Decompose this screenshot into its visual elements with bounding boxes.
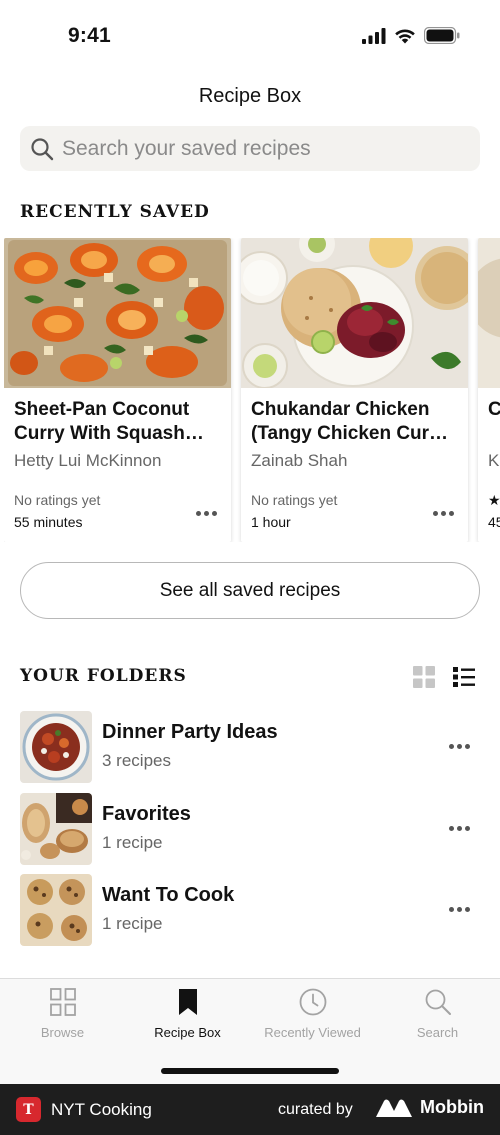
tab-recently-viewed[interactable]: Recently Viewed — [250, 979, 375, 1049]
status-icons — [362, 27, 460, 44]
status-time: 9:41 — [68, 24, 111, 47]
more-options-icon[interactable] — [446, 902, 472, 916]
nyt-cooking-logo-icon: T — [16, 1097, 41, 1122]
search-icon — [423, 987, 453, 1017]
recipe-rating: ★ — [488, 492, 500, 508]
search-icon — [31, 137, 54, 160]
recipe-time: 1 hour — [251, 514, 291, 530]
recipe-card[interactable]: C K ★ 45 — [478, 238, 500, 542]
recipe-title: Chukandar Chicken (Tangy Chicken Cur… — [251, 399, 449, 444]
recipe-author: Hetty Lui McKinnon — [14, 451, 162, 470]
tab-search[interactable]: Search — [375, 979, 500, 1049]
folder-thumbnail — [20, 874, 92, 946]
recently-saved-carousel[interactable]: Sheet-Pan Coconut Curry With Squash… Het… — [4, 238, 500, 542]
recipe-time: 45 — [488, 514, 500, 530]
tab-label: Recently Viewed — [264, 1025, 361, 1040]
search-bar[interactable] — [20, 126, 480, 171]
footer-brand-name: Mobbin — [420, 1097, 484, 1117]
battery-icon — [424, 27, 460, 44]
bookmark-icon — [173, 987, 203, 1017]
folder-name: Want To Cook — [102, 884, 235, 906]
see-all-saved-button[interactable]: See all saved recipes — [20, 562, 480, 619]
footer-bar: T NYT Cooking curated by Mobbin — [0, 1084, 500, 1135]
mobbin-brand: Mobbin — [376, 1097, 484, 1118]
more-options-icon[interactable] — [430, 506, 456, 520]
recipe-card[interactable]: Sheet-Pan Coconut Curry With Squash… Het… — [4, 238, 231, 542]
page-title: Recipe Box — [198, 85, 302, 107]
clock-icon — [298, 987, 328, 1017]
tab-label: Browse — [40, 1025, 85, 1040]
folder-item[interactable]: Dinner Party Ideas 3 recipes — [20, 711, 480, 783]
folder-thumbnail — [20, 793, 92, 865]
more-options-icon[interactable] — [446, 821, 472, 835]
folder-item[interactable]: Favorites 1 recipe — [20, 793, 480, 865]
recipe-title: C — [488, 399, 500, 420]
tab-recipe-box[interactable]: Recipe Box — [125, 979, 250, 1049]
your-folders-heading: YOUR FOLDERS — [20, 666, 187, 686]
folder-name: Favorites — [102, 803, 191, 825]
folder-count: 3 recipes — [102, 751, 171, 770]
tab-label: Search — [416, 1025, 459, 1040]
recipe-image — [478, 238, 500, 388]
folder-count: 1 recipe — [102, 833, 163, 852]
recipe-rating: No ratings yet — [251, 492, 338, 508]
recipe-title: Sheet-Pan Coconut Curry With Squash… — [14, 399, 204, 444]
recipe-rating: No ratings yet — [14, 492, 101, 508]
recipe-image — [241, 238, 468, 388]
mobbin-logo-icon — [376, 1099, 412, 1117]
status-bar: 9:41 — [0, 0, 500, 70]
recipe-time: 55 minutes — [14, 514, 83, 530]
more-options-icon[interactable] — [193, 506, 219, 520]
wifi-icon — [395, 28, 415, 43]
search-input[interactable] — [62, 136, 442, 161]
folder-name: Dinner Party Ideas — [102, 721, 278, 743]
list-view-icon[interactable] — [451, 664, 477, 690]
tab-browse[interactable]: Browse — [0, 979, 125, 1049]
recently-saved-heading: RECENTLY SAVED — [20, 202, 210, 222]
tab-label: Recipe Box — [154, 1025, 221, 1040]
footer-curated-by: curated by — [278, 1101, 353, 1118]
recipe-author: K — [488, 451, 500, 470]
more-options-icon[interactable] — [446, 739, 472, 753]
folder-thumbnail — [20, 711, 92, 783]
footer-app-name: NYT Cooking — [51, 1100, 152, 1119]
cellular-signal-icon — [362, 27, 386, 44]
grid-view-icon[interactable] — [411, 664, 437, 690]
folder-item[interactable]: Want To Cook 1 recipe — [20, 874, 480, 946]
grid-icon — [48, 987, 78, 1017]
home-indicator — [161, 1068, 339, 1074]
recipe-card[interactable]: Chukandar Chicken (Tangy Chicken Cur… Za… — [241, 238, 468, 542]
recipe-image — [4, 238, 231, 388]
folder-count: 1 recipe — [102, 914, 163, 933]
recipe-author: Zainab Shah — [251, 451, 348, 470]
